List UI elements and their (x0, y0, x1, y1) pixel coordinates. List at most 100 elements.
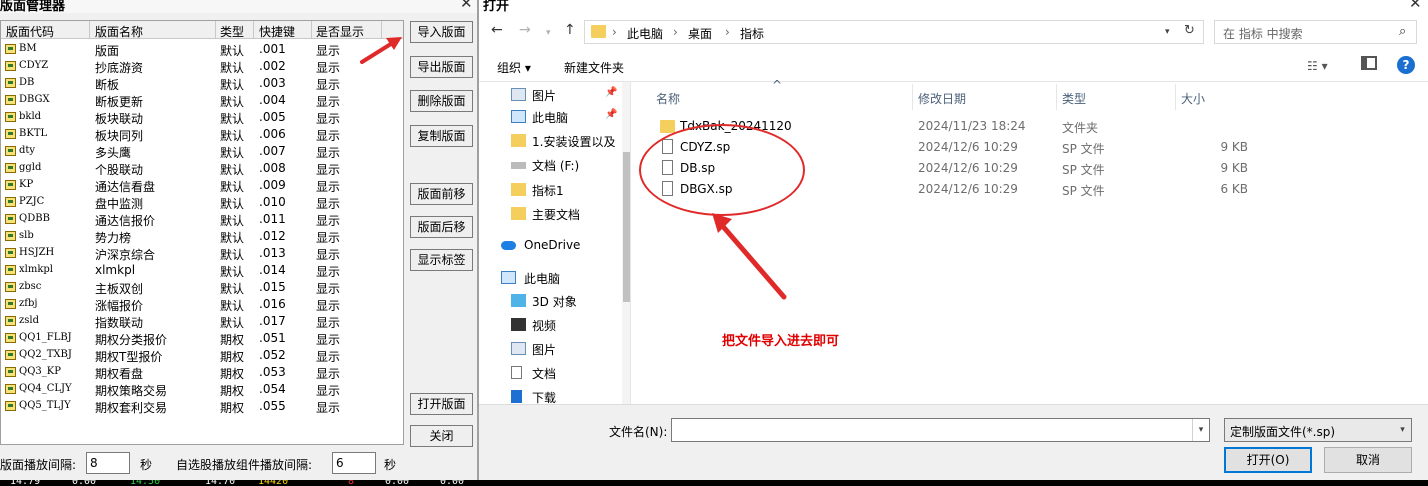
delete-layout-button[interactable]: 删除版面 (410, 90, 473, 112)
table-row[interactable]: DB 断板 默认 .003 显示 (1, 75, 403, 92)
column-header-shortcut[interactable]: 快捷键 (259, 23, 295, 40)
breadcrumb-desktop[interactable]: 桌面 (688, 25, 712, 42)
open-button[interactable]: 打开(O) (1224, 447, 1312, 473)
import-layout-button[interactable]: 导入版面 (410, 21, 473, 43)
nav-item[interactable]: 下载 (479, 386, 624, 404)
red-arrow-annotation (712, 213, 787, 300)
nav-item[interactable]: 此电脑 (479, 267, 624, 289)
nav-item[interactable]: 文档 (F:) (479, 154, 624, 176)
up-arrow-icon[interactable]: ↑ (564, 22, 576, 38)
table-row[interactable]: bkld 板块联动 默认 .005 显示 (1, 109, 403, 126)
show-tags-button[interactable]: 显示标签 (410, 249, 473, 271)
layout-code: QQ2_TXBJ (19, 349, 72, 360)
nav-item[interactable]: 图片 (479, 338, 624, 360)
layout-type: 默认 (220, 231, 245, 245)
layout-shortcut: .004 (259, 93, 286, 107)
preview-pane-icon[interactable] (1361, 56, 1377, 70)
recent-chevron-icon[interactable]: ▾ (546, 28, 551, 38)
help-icon[interactable]: ? (1397, 56, 1415, 74)
nav-item-label: 文档 (F:) (532, 159, 580, 173)
forward-arrow-icon[interactable]: → (519, 22, 531, 38)
filename-dropdown-icon[interactable]: ▾ (1192, 419, 1209, 441)
filetype-select[interactable]: 定制版面文件(*.sp) ▾ (1224, 418, 1412, 442)
chevron-down-icon[interactable]: ▾ (1394, 419, 1411, 441)
table-row[interactable]: BKTL 板块同列 默认 .006 显示 (1, 126, 403, 143)
copy-layout-button[interactable]: 复制版面 (410, 125, 473, 147)
search-icon[interactable]: ⌕ (1399, 24, 1406, 39)
search-input[interactable]: 在 指标 中搜索 (1223, 25, 1303, 42)
breadcrumb-chevron-icon[interactable]: › (673, 25, 678, 39)
filename-input[interactable]: ▾ (671, 418, 1210, 442)
column-header-type[interactable]: 类型 (220, 23, 244, 40)
layout-visible: 显示 (316, 248, 341, 262)
nav-item[interactable]: 图片 📌 (479, 84, 624, 106)
layout-name: 盘中监测 (95, 197, 144, 211)
close-button[interactable]: 关闭 (410, 425, 473, 447)
layout-icon (5, 384, 16, 394)
table-row[interactable]: QDBB 通达信报价 默认 .011 显示 (1, 211, 403, 228)
nav-item[interactable]: 1.安装设置以及 (479, 130, 624, 152)
nav-item[interactable]: 文档 (479, 362, 624, 384)
nav-item[interactable]: 视频 (479, 314, 624, 336)
pin-icon: 📌 (605, 109, 618, 120)
column-header-name[interactable]: 版面名称 (95, 23, 143, 40)
address-bar[interactable]: › 此电脑 › 桌面 › 指标 ▾ (584, 20, 1204, 44)
table-row[interactable]: CDYZ 抄底游资 默认 .002 显示 (1, 58, 403, 75)
table-row[interactable]: xlmkpl xlmkpl 默认 .014 显示 (1, 262, 403, 279)
dialog-bottom-panel: 文件名(N): ▾ 定制版面文件(*.sp) ▾ 打开(O) 取消 (479, 404, 1428, 482)
view-options-icon[interactable]: ☷ ▾ (1307, 59, 1328, 73)
breadcrumb-current-folder[interactable]: 指标 (740, 25, 764, 42)
navigation-scrollbar[interactable] (622, 82, 630, 404)
close-icon[interactable]: ✕ (460, 0, 473, 12)
sort-caret-icon: ^ (772, 78, 783, 92)
table-row[interactable]: BM 版面 默认 .001 显示 (1, 41, 403, 58)
table-row[interactable]: QQ5_TLJY 期权套利交易 期权 .055 显示 (1, 398, 403, 415)
table-row[interactable]: DBGX 断板更新 默认 .004 显示 (1, 92, 403, 109)
pictures-icon (511, 88, 526, 101)
column-header-size[interactable]: 大小 (1181, 90, 1205, 107)
table-row[interactable]: zsld 指数联动 默认 .017 显示 (1, 313, 403, 330)
folder-icon (511, 183, 526, 196)
column-header-visible[interactable]: 是否显示 (316, 23, 364, 40)
table-row[interactable]: KP 通达信看盘 默认 .009 显示 (1, 177, 403, 194)
table-row[interactable]: PZJC 盘中监测 默认 .010 显示 (1, 194, 403, 211)
table-row[interactable]: QQ4_CLJY 期权策略交易 期权 .054 显示 (1, 381, 403, 398)
column-header-code[interactable]: 版面代码 (6, 23, 54, 40)
back-arrow-icon[interactable]: ← (491, 22, 503, 38)
table-row[interactable]: zbsc 主板双创 默认 .015 显示 (1, 279, 403, 296)
breadcrumb-chevron-icon[interactable]: › (725, 25, 730, 39)
breadcrumb-this-pc[interactable]: 此电脑 (627, 25, 663, 42)
column-header-type[interactable]: 类型 (1062, 90, 1086, 107)
search-box[interactable]: 在 指标 中搜索 ⌕ (1214, 20, 1417, 44)
export-layout-button[interactable]: 导出版面 (410, 56, 473, 78)
table-row[interactable]: QQ3_KP 期权看盘 期权 .053 显示 (1, 364, 403, 381)
nav-item[interactable]: 此电脑 📌 (479, 106, 624, 128)
interval-input[interactable]: 8 (86, 452, 130, 474)
table-row[interactable]: dty 多头鹰 默认 .007 显示 (1, 143, 403, 160)
table-row[interactable]: QQ2_TXBJ 期权T型报价 期权 .052 显示 (1, 347, 403, 364)
table-row[interactable]: HSJZH 沪深京综合 默认 .013 显示 (1, 245, 403, 262)
open-layout-button[interactable]: 打开版面 (410, 393, 473, 415)
layout-visible: 显示 (316, 78, 341, 92)
move-down-button[interactable]: 版面后移 (410, 216, 473, 238)
table-row[interactable]: slb 势力榜 默认 .012 显示 (1, 228, 403, 245)
cancel-button[interactable]: 取消 (1324, 447, 1412, 473)
address-dropdown-icon[interactable]: ▾ (1165, 27, 1170, 37)
nav-item[interactable]: 指标1 (479, 179, 624, 201)
nav-item[interactable]: 主要文档 (479, 203, 624, 225)
move-up-button[interactable]: 版面前移 (410, 183, 473, 205)
organize-button[interactable]: 组织 ▾ (497, 59, 531, 76)
close-icon[interactable]: ✕ (1409, 0, 1422, 12)
table-row[interactable]: ggld 个股联动 默认 .008 显示 (1, 160, 403, 177)
refresh-icon[interactable]: ↻ (1184, 23, 1195, 38)
table-row[interactable]: QQ1_FLBJ 期权分类报价 期权 .051 显示 (1, 330, 403, 347)
widget-interval-input[interactable]: 6 (332, 452, 376, 474)
nav-item[interactable]: 3D 对象 (479, 290, 624, 312)
column-header-modified[interactable]: 修改日期 (918, 90, 966, 107)
breadcrumb-chevron-icon[interactable]: › (612, 25, 617, 39)
table-row[interactable]: zfbj 涨幅报价 默认 .016 显示 (1, 296, 403, 313)
file-size: 9 KB (1220, 161, 1248, 175)
nav-item[interactable]: OneDrive (479, 235, 624, 257)
column-header-name[interactable]: 名称 (656, 90, 680, 107)
new-folder-button[interactable]: 新建文件夹 (564, 59, 624, 76)
